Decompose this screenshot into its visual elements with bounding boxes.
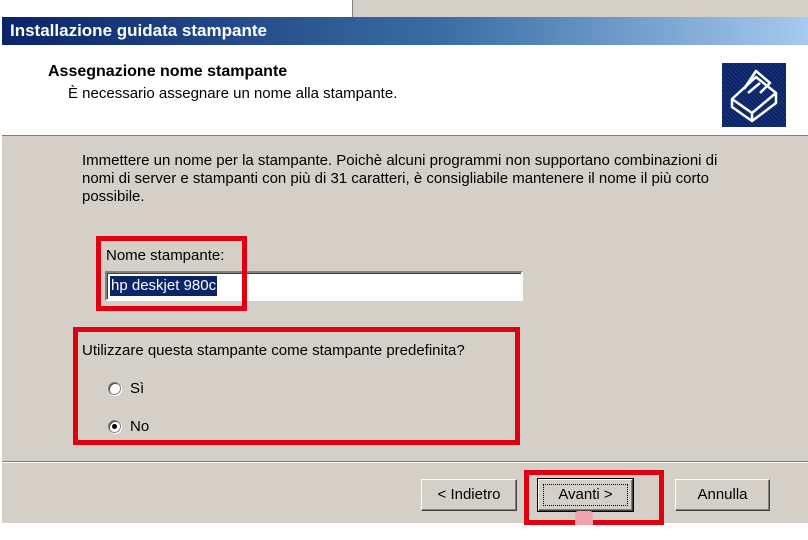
- printer-name-value: hp deskjet 980c: [110, 276, 218, 296]
- window-titlebar[interactable]: Installazione guidata stampante: [2, 17, 808, 45]
- intro-text: Immettere un nome per la stampante. Poic…: [82, 152, 718, 205]
- background-window-edge: [352, 0, 808, 17]
- page-title: Assegnazione nome stampante: [48, 63, 288, 80]
- printer-name-input[interactable]: hp deskjet 980c: [105, 271, 523, 301]
- wizard-header: Assegnazione nome stampante È necessario…: [2, 45, 808, 136]
- radio-button-no[interactable]: [108, 420, 121, 433]
- next-button[interactable]: Avanti >: [537, 478, 634, 512]
- footer-divider: [2, 461, 808, 463]
- radio-option-no[interactable]: No: [108, 418, 149, 435]
- background-window-strip: [0, 0, 808, 17]
- printer-wizard-dialog: Installazione guidata stampante Assegnaz…: [2, 17, 808, 523]
- page-subtitle: È necessario assegnare un nome alla stam…: [68, 85, 398, 102]
- focus-rectangle: [543, 484, 628, 506]
- pointer-marker: [575, 511, 593, 525]
- radio-button-yes[interactable]: [108, 382, 121, 395]
- printer-icon: [722, 63, 786, 127]
- default-printer-question: Utilizzare questa stampante come stampan…: [82, 342, 465, 359]
- radio-option-yes[interactable]: Sì: [108, 380, 144, 397]
- back-button[interactable]: < Indietro: [421, 479, 517, 511]
- printer-name-label: Nome stampante:: [106, 247, 225, 264]
- radio-label-yes: Sì: [130, 380, 145, 397]
- cancel-button[interactable]: Annulla: [675, 479, 770, 511]
- radio-label-no: No: [130, 418, 150, 435]
